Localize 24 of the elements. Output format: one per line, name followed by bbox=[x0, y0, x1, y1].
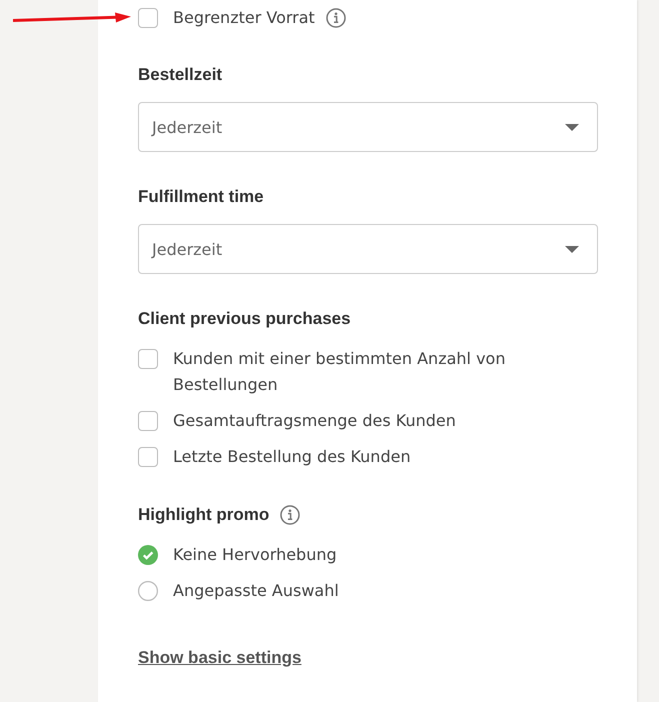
dropdown-field[interactable]: Jederzeit bbox=[138, 102, 598, 152]
checkbox-label: Gesamtauftragsmenge des Kunden bbox=[173, 410, 456, 432]
radio-button[interactable] bbox=[138, 581, 158, 601]
arrow-icon bbox=[13, 12, 131, 24]
caret-icon bbox=[565, 246, 579, 252]
info-icon[interactable] bbox=[326, 8, 346, 28]
field-label: Bestellzeit bbox=[138, 64, 222, 86]
checkbox-label: Letzte Bestellung des Kunden bbox=[173, 446, 411, 468]
caret-icon bbox=[565, 124, 579, 130]
group-label: Client previous purchases bbox=[138, 308, 351, 330]
dropdown-field[interactable]: Jederzeit bbox=[138, 224, 598, 274]
field-label: Fulfillment time bbox=[138, 186, 264, 208]
info-icon[interactable] bbox=[280, 505, 300, 525]
show-settings-link[interactable]: Show basic settings bbox=[138, 648, 302, 667]
checkbox[interactable] bbox=[138, 411, 158, 431]
radio-label: Angepasste Auswahl bbox=[173, 580, 339, 602]
checkbox[interactable] bbox=[138, 8, 158, 28]
checkbox[interactable] bbox=[138, 447, 158, 467]
radio-checked-icon[interactable] bbox=[138, 545, 158, 565]
checkbox[interactable] bbox=[138, 349, 158, 369]
group-label: Highlight promo bbox=[138, 504, 270, 526]
radio-label: Keine Hervorhebung bbox=[173, 544, 337, 566]
checkbox-label: Kunden mit einer bestimmten Anzahl von Bestellungen bbox=[173, 348, 506, 396]
checkbox-label: Begrenzter Vorrat bbox=[173, 7, 315, 29]
